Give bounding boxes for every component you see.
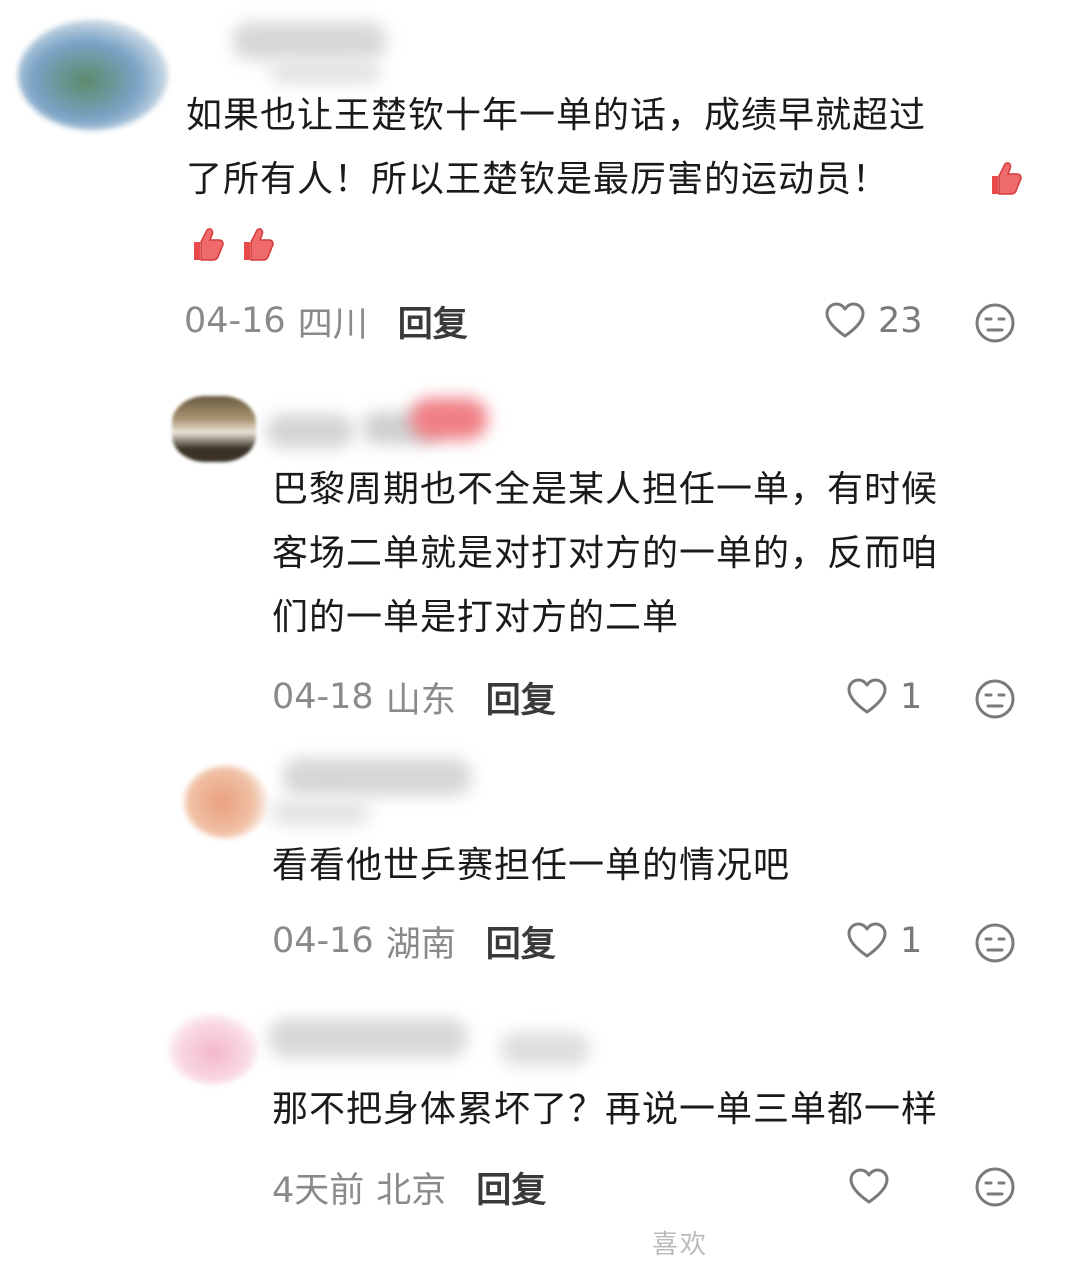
comment-region: 四川 — [297, 304, 368, 345]
watermark-text: 喜欢 — [652, 1230, 709, 1260]
comment-text-line: 如果也让王楚钦十年一单的话，成绩早就超过 — [186, 95, 927, 136]
comment-text-line: 了所有人！所以王楚钦是最厉害的运动员！ — [186, 159, 890, 200]
comment-region: 北京 — [376, 1170, 447, 1211]
username-blurred[interactable] — [266, 414, 354, 448]
dislike-face-icon[interactable] — [974, 678, 1016, 720]
username-blurred[interactable] — [282, 758, 472, 796]
heart-icon — [847, 922, 887, 958]
reply-button[interactable]: 回复 — [486, 672, 556, 723]
comment-text: 看看他世乒赛担任一单的情况吧 — [272, 834, 790, 898]
comment-text-line: 巴黎周期也不全是某人担任一单，有时候 — [272, 469, 939, 510]
like-button[interactable]: 1 — [846, 916, 922, 966]
thumbs-up-icon — [188, 224, 228, 264]
watermark: 喜欢 — [652, 1224, 708, 1261]
avatar[interactable] — [172, 396, 256, 462]
username-badge-blurred — [410, 398, 488, 440]
reply-button[interactable]: 回复 — [476, 1162, 546, 1213]
comment-meta: 04-16 四川 回复 — [184, 296, 468, 346]
comment-text-line: 客场二单就是对打对方的一单的，反而咱 — [272, 533, 939, 574]
avatar[interactable] — [184, 766, 268, 838]
comment-date: 04-16 — [184, 301, 286, 341]
comment-text-line: 们的一单是打对方的二单 — [272, 597, 680, 638]
thumbs-up-icon — [238, 224, 278, 264]
username-blurred — [270, 800, 370, 826]
comment-date: 4天前 — [272, 1170, 365, 1211]
like-count: 1 — [900, 921, 923, 961]
comment-text: 那不把身体累坏了？再说一单三单都一样 — [272, 1078, 938, 1142]
username-blurred[interactable] — [268, 1018, 468, 1058]
avatar[interactable] — [168, 1014, 258, 1084]
like-button[interactable]: 1 — [846, 672, 922, 722]
dislike-face-icon[interactable] — [974, 302, 1016, 344]
heart-icon — [847, 678, 887, 714]
comment-text: 巴黎周期也不全是某人担任一单，有时候 客场二单就是对打对方的一单的，反而咱 们的… — [272, 458, 938, 650]
like-count: 1 — [900, 677, 923, 717]
dislike-face-icon[interactable] — [974, 1166, 1016, 1208]
like-count: 23 — [878, 301, 923, 341]
heart-icon — [825, 302, 865, 338]
like-button[interactable]: 23 — [824, 296, 923, 346]
comment-meta: 04-16 湖南 回复 — [272, 916, 556, 966]
reply-button[interactable]: 回复 — [486, 916, 556, 967]
comment-meta: 04-18 山东 回复 — [272, 672, 556, 722]
comment-text: 如果也让王楚钦十年一单的话，成绩早就超过 了所有人！所以王楚钦是最厉害的运动员！ — [186, 84, 926, 212]
like-button[interactable] — [848, 1162, 890, 1212]
heart-icon — [849, 1168, 889, 1204]
username-blurred — [270, 60, 380, 84]
comment-meta: 4天前 北京 回复 — [272, 1162, 546, 1212]
comment-text-line: 那不把身体累坏了？再说一单三单都一样 — [272, 1089, 939, 1130]
comment-region: 湖南 — [385, 924, 456, 965]
comment-region: 山东 — [385, 680, 456, 721]
comment-date: 04-16 — [272, 921, 374, 961]
username-blurred — [500, 1032, 590, 1066]
comment-date: 04-18 — [272, 677, 374, 717]
comment-text-line: 看看他世乒赛担任一单的情况吧 — [272, 845, 791, 886]
username-blurred[interactable] — [232, 22, 387, 60]
thumbs-up-icon — [986, 158, 1026, 198]
reply-button[interactable]: 回复 — [398, 296, 468, 347]
dislike-face-icon[interactable] — [974, 922, 1016, 964]
avatar[interactable] — [18, 20, 168, 130]
